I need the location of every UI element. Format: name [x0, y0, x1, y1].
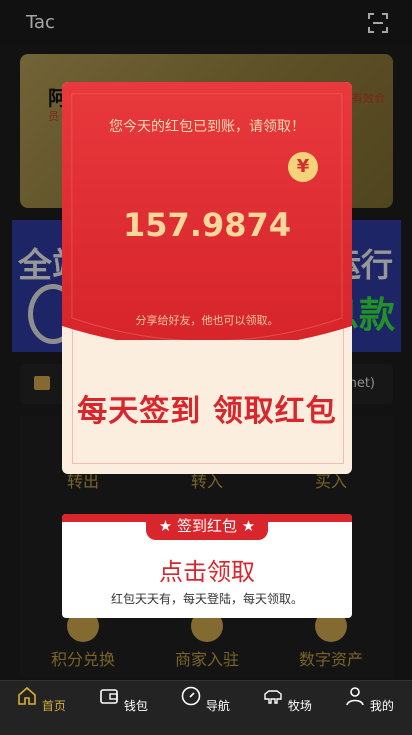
sign-in-claim-button[interactable]: 每天签到 领取红包 — [62, 386, 352, 430]
tab-home[interactable]: 首页 — [0, 685, 82, 714]
packet-message: 您今天的红包已到账，请领取！ — [109, 119, 305, 135]
user-icon — [346, 687, 364, 706]
red-packet-modal: 您今天的红包已到账，请领取！ ¥ 157.9874 分享给好友，他也可以领取。 … — [62, 82, 352, 474]
cow-icon — [264, 690, 282, 704]
checkin-card: ★ 签到红包 ★ 点击领取 红包天天有，每天登陆，每天领取。 — [62, 514, 352, 618]
checkin-note: 红包天天有，每天登陆，每天领取。 — [110, 592, 303, 606]
wallet-icon — [100, 689, 118, 704]
claim-button[interactable]: 点击领取 — [62, 552, 352, 587]
tab-wallet[interactable]: 钱包 — [82, 685, 164, 714]
checkin-tag: ★ 签到红包 ★ — [146, 514, 268, 540]
packet-amount: 157.9874 — [122, 206, 291, 244]
home-icon — [18, 686, 36, 705]
compass-icon — [181, 686, 201, 706]
share-hint: 分享给好友，他也可以领取。 — [135, 314, 279, 327]
tab-mine[interactable]: 我的 — [328, 685, 410, 714]
tab-navigation[interactable]: 导航 — [164, 685, 246, 714]
tab-ranch[interactable]: 牧场 — [246, 685, 328, 714]
tab-bar: 首页 钱包 导航 牧场 我的 — [0, 680, 412, 735]
yuan-coin-icon: ¥ — [288, 152, 318, 182]
